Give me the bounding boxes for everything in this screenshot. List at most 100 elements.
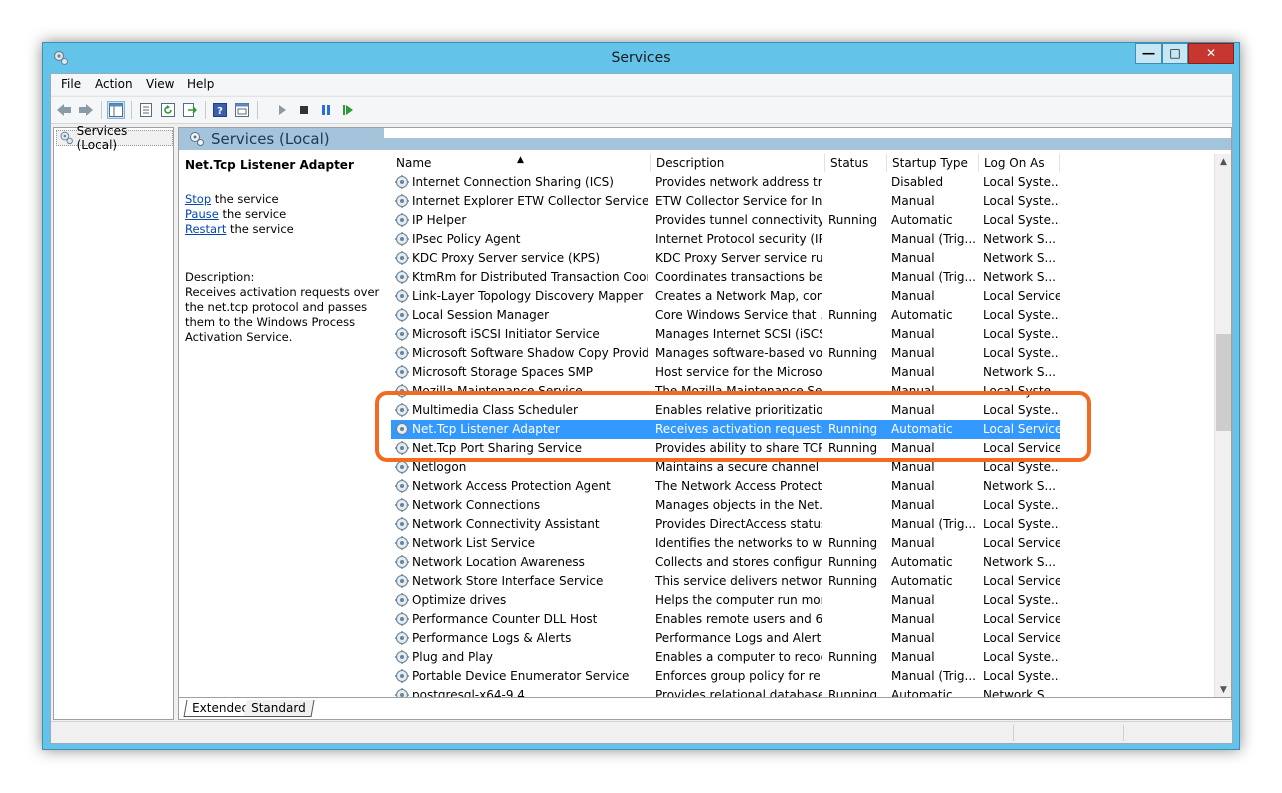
- cell-name: Microsoft iSCSI Initiator Service: [412, 327, 600, 341]
- refresh-icon[interactable]: [159, 101, 177, 119]
- menu-help[interactable]: Help: [187, 77, 214, 91]
- maximize-button[interactable]: □: [1162, 43, 1188, 64]
- table-row[interactable]: Microsoft iSCSI Initiator Service Manages…: [391, 325, 1060, 344]
- vertical-scrollbar[interactable]: ▲ ▼: [1214, 154, 1231, 699]
- column-header-startup-label: Startup Type: [892, 156, 968, 170]
- menu-file[interactable]: File: [61, 77, 81, 91]
- properties-icon[interactable]: [233, 101, 251, 119]
- scrollbar-thumb[interactable]: [1216, 334, 1231, 431]
- table-row[interactable]: Plug and Play Enables a computer to recog…: [391, 648, 1060, 667]
- pause-link[interactable]: Pause: [185, 207, 219, 221]
- table-row[interactable]: Optimize drives Helps the computer run mo…: [391, 591, 1060, 610]
- table-row[interactable]: Link-Layer Topology Discovery Mapper Crea…: [391, 287, 1060, 306]
- table-row[interactable]: Portable Device Enumerator Service Enforc…: [391, 667, 1060, 686]
- cell-logon: Local Syste...: [983, 384, 1060, 398]
- table-row[interactable]: Network Access Protection Agent The Netwo…: [391, 477, 1060, 496]
- service-gear-icon: [394, 440, 410, 456]
- help-icon[interactable]: ?: [211, 101, 229, 119]
- restart-action-text: the service: [226, 222, 294, 236]
- table-row[interactable]: Network List Service Identifies the netwo…: [391, 534, 1060, 553]
- pause-action: Pause the service: [185, 207, 286, 221]
- table-row[interactable]: Net.Tcp Port Sharing Service Provides abi…: [391, 439, 1060, 458]
- table-row[interactable]: Network Store Interface Service This serv…: [391, 572, 1060, 591]
- stop-link[interactable]: Stop: [185, 192, 211, 206]
- export-list-icon[interactable]: [137, 101, 155, 119]
- cell-name: Performance Counter DLL Host: [412, 612, 598, 626]
- table-row[interactable]: IP Helper Provides tunnel connectivity...…: [391, 211, 1060, 230]
- column-header-name[interactable]: Name ▲: [391, 154, 651, 172]
- stop-action-text: the service: [211, 192, 279, 206]
- column-header-status[interactable]: Status: [825, 154, 887, 172]
- table-row[interactable]: Internet Connection Sharing (ICS) Provide…: [391, 173, 1060, 192]
- table-row[interactable]: Multimedia Class Scheduler Enables relati…: [391, 401, 1060, 420]
- cell-startup: Manual: [891, 346, 935, 360]
- cell-logon: Network S...: [983, 232, 1056, 246]
- table-row[interactable]: Internet Explorer ETW Collector Service E…: [391, 192, 1060, 211]
- resume-icon[interactable]: [339, 101, 357, 119]
- stop-icon[interactable]: [295, 101, 313, 119]
- menu-view[interactable]: View: [146, 77, 174, 91]
- svg-text:?: ?: [217, 106, 223, 117]
- restart-link[interactable]: Restart: [185, 222, 226, 236]
- title-bar[interactable]: Services ― □ ✕: [43, 43, 1239, 73]
- cell-startup: Manual (Trig...: [891, 517, 976, 531]
- table-row[interactable]: KDC Proxy Server service (KPS) KDC Proxy …: [391, 249, 1060, 268]
- pause-icon[interactable]: [317, 101, 335, 119]
- cell-name: Network List Service: [412, 536, 536, 550]
- table-row[interactable]: IPsec Policy Agent Internet Protocol secu…: [391, 230, 1060, 249]
- table-row[interactable]: Performance Counter DLL Host Enables remo…: [391, 610, 1060, 629]
- export-icon[interactable]: [181, 101, 199, 119]
- table-row[interactable]: Local Session Manager Core Windows Servic…: [391, 306, 1060, 325]
- scroll-up-icon[interactable]: ▲: [1215, 154, 1232, 171]
- table-row[interactable]: Netlogon Maintains a secure channel ... Ma…: [391, 458, 1060, 477]
- cell-description: Coordinates transactions bet...: [655, 270, 822, 284]
- table-row[interactable]: Network Connectivity Assistant Provides D…: [391, 515, 1060, 534]
- table-row[interactable]: Mozilla Maintenance Service The Mozilla M…: [391, 382, 1060, 401]
- service-gear-icon: [394, 421, 410, 437]
- table-row[interactable]: Network Location Awareness Collects and s…: [391, 553, 1060, 572]
- column-header-log-on-as[interactable]: Log On As: [979, 154, 1060, 172]
- service-gear-icon: [394, 193, 410, 209]
- cell-name: Link-Layer Topology Discovery Mapper: [412, 289, 644, 303]
- cell-startup: Automatic: [891, 308, 953, 322]
- cell-startup: Manual: [891, 460, 935, 474]
- start-icon[interactable]: [273, 101, 291, 119]
- minimize-button[interactable]: ―: [1135, 43, 1162, 64]
- cell-logon: Local Syste...: [983, 517, 1060, 531]
- cell-logon: Local Service: [983, 631, 1060, 645]
- table-row[interactable]: Microsoft Software Shadow Copy Provider M…: [391, 344, 1060, 363]
- table-row[interactable]: Net.Tcp Listener Adapter Receives activat…: [391, 420, 1060, 439]
- tree-item-services-local[interactable]: Services (Local): [56, 124, 173, 152]
- cell-status: Running: [828, 574, 878, 588]
- cell-logon: Network S...: [983, 270, 1056, 284]
- cell-status: Running: [828, 346, 878, 360]
- cell-logon: Network S...: [983, 479, 1056, 493]
- service-gear-icon: [394, 630, 410, 646]
- cell-logon: Local Syste...: [983, 194, 1060, 208]
- column-header-description[interactable]: Description: [651, 154, 825, 172]
- pause-action-text: the service: [218, 207, 287, 221]
- back-icon[interactable]: [55, 101, 73, 119]
- cell-description: Receives activation requests ...: [655, 422, 822, 436]
- close-button[interactable]: ✕: [1188, 43, 1234, 64]
- cell-description: Provides DirectAccess status ...: [655, 517, 822, 531]
- show-hide-console-tree-icon[interactable]: [107, 101, 125, 119]
- console-tree: Services (Local): [53, 124, 174, 720]
- toolbar-separator: [131, 101, 132, 119]
- table-row[interactable]: Microsoft Storage Spaces SMP Host service…: [391, 363, 1060, 382]
- service-gear-icon: [394, 383, 410, 399]
- tab-standard[interactable]: Standard: [243, 700, 315, 717]
- column-header-startup-type[interactable]: Startup Type: [887, 154, 979, 172]
- cell-name: Multimedia Class Scheduler: [412, 403, 578, 417]
- table-row[interactable]: KtmRm for Distributed Transaction Coordi…: [391, 268, 1060, 287]
- cell-name: Plug and Play: [412, 650, 494, 664]
- table-row[interactable]: Performance Logs & Alerts Performance Log…: [391, 629, 1060, 648]
- toolbar-separator: [101, 101, 102, 119]
- service-gear-icon: [394, 459, 410, 475]
- table-row[interactable]: Network Connections Manages objects in th…: [391, 496, 1060, 515]
- menu-action[interactable]: Action: [95, 77, 133, 91]
- cell-name: Network Connectivity Assistant: [412, 517, 600, 531]
- forward-icon[interactable]: [77, 101, 95, 119]
- cell-logon: Local Service: [983, 574, 1060, 588]
- cell-description: The Network Access Protecti...: [655, 479, 822, 493]
